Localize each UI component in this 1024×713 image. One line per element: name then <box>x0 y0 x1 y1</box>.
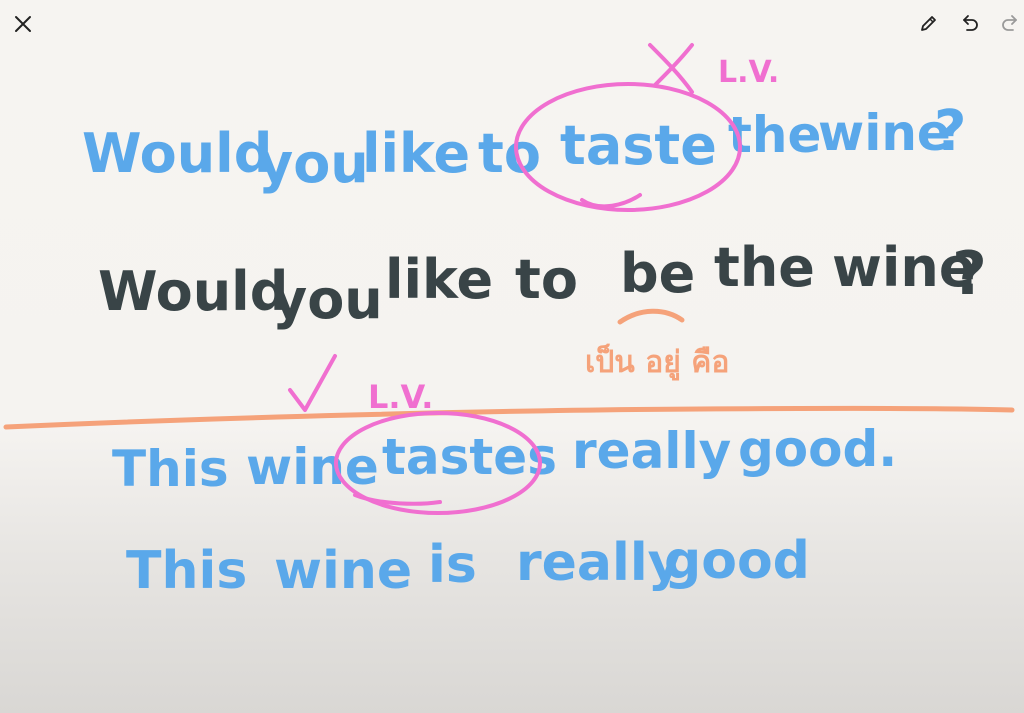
line2-word: Would <box>98 260 288 323</box>
be-note: เป็น อยู่ คือ <box>585 308 729 381</box>
line1-mark-text: L.V. <box>718 55 779 90</box>
line1-word: ? <box>934 99 966 164</box>
line3-mark-text: L.V. <box>368 378 433 416</box>
line2-word: you <box>272 268 383 331</box>
line1-word: you <box>258 132 369 195</box>
line4-word: really <box>516 533 682 593</box>
line2-word: to <box>515 248 578 311</box>
line1-word: the <box>728 106 821 164</box>
line4: This wine is really good <box>126 531 810 601</box>
line4-word: wine <box>274 541 412 601</box>
line4-word: This <box>126 541 247 601</box>
line1-word: wine <box>818 104 951 162</box>
line2-word: like <box>385 248 493 311</box>
whiteboard-canvas[interactable]: L.V. Would you like to taste the wine ? … <box>0 0 1024 713</box>
line3-annotation: L.V. <box>288 354 433 416</box>
thai-note: เป็น อยู่ คือ <box>585 343 729 381</box>
line3-word: This <box>112 440 229 498</box>
line2-word: the <box>714 236 815 299</box>
line3-word: wine <box>246 438 379 496</box>
line3-word-tastes: tastes <box>382 428 557 486</box>
line4-word: is <box>428 535 477 595</box>
line1: Would you like to taste the wine ? <box>82 82 966 212</box>
line1-word-taste: taste <box>560 114 717 177</box>
line3-word: good. <box>738 420 897 478</box>
line3: This wine tastes really good. <box>112 411 897 515</box>
line1-annotation: L.V. <box>648 43 779 94</box>
line1-word: like <box>362 122 470 185</box>
line4-word: good <box>664 531 810 591</box>
line2-word: ? <box>952 239 987 309</box>
line1-word: Would <box>82 122 272 185</box>
line2-word-be: be <box>620 242 695 305</box>
line2: Would you like to be the wine ? <box>98 236 987 331</box>
line1-word: to <box>478 122 541 185</box>
line3-word: really <box>572 422 731 480</box>
